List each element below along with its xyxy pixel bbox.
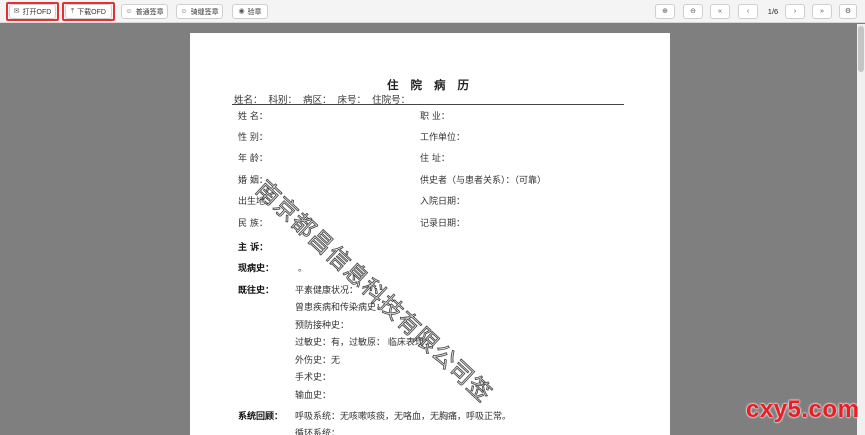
next-page-button[interactable]: ›: [785, 4, 805, 19]
vertical-scrollbar[interactable]: [857, 24, 865, 435]
field-age: 年 龄：: [238, 154, 268, 164]
open-ofd-label: 打开OFD: [22, 8, 52, 16]
field-marital: 婚 姻：: [238, 176, 268, 186]
user-icon: ☺: [180, 8, 188, 15]
document-page: 住 院 病 历 姓名： 科别： 病区： 床号： 住院号： 姓 名： 性 别： 年…: [190, 33, 670, 435]
settings-button[interactable]: ⚙: [839, 4, 857, 19]
system-review-item: 呼吸系统：无咳嗽咳痰，无咯血，无胸痛，呼吸正常。: [295, 412, 512, 422]
past-history-item: 预防接种史：: [295, 321, 350, 331]
system-review-label: 系统回顾：: [238, 412, 284, 422]
scrollbar-thumb[interactable]: [858, 26, 864, 72]
field-occupation: 职 业：: [420, 112, 450, 122]
prev-page-icon: ‹: [746, 8, 750, 15]
mail-icon: ✉: [13, 8, 20, 15]
past-history-item: 过敏史：有，过敏原： 临床表现：: [295, 338, 433, 348]
gear-icon: ⚙: [844, 8, 852, 15]
last-page-button[interactable]: »: [812, 4, 832, 19]
verify-sign-label: 验章: [247, 8, 262, 16]
field-ethnicity: 民 族：: [238, 219, 268, 229]
header-rule: [232, 104, 624, 105]
present-illness-label: 现病史：: [238, 264, 275, 274]
seam-sign-label: 骑缝签章: [190, 8, 219, 16]
page-indicator: 1/6: [767, 7, 779, 16]
field-record-date: 记录日期：: [420, 219, 466, 229]
document-title: 住 院 病 历: [386, 78, 473, 92]
field-gender: 性 别：: [238, 133, 268, 143]
first-page-icon: «: [718, 8, 722, 15]
toolbar: ✉ 打开OFD ⤒ 下载OFD ☺ 普通签章 ☺ 骑缝签章 ◉ 验章 ⊕ ⊖ «…: [0, 0, 865, 23]
field-informant: 供史者（与患者关系）：（可靠）: [420, 176, 547, 186]
eye-icon: ◉: [238, 8, 245, 15]
next-page-icon: ›: [793, 8, 797, 15]
prev-page-button[interactable]: ‹: [738, 4, 758, 19]
verify-sign-button[interactable]: ◉ 验章: [232, 4, 268, 19]
zoom-in-button[interactable]: ⊕: [655, 4, 675, 19]
system-review-item: 循环系统：: [295, 429, 341, 435]
field-admission-date: 入院日期：: [420, 197, 466, 207]
past-history-item: 手术史：: [295, 373, 332, 383]
normal-sign-button[interactable]: ☺ 普通签章: [121, 4, 168, 19]
download-ofd-label: 下载OFD: [77, 8, 106, 16]
past-history-item: 曾患疾病和传染病史：: [295, 303, 386, 313]
zoom-in-icon: ⊕: [662, 8, 668, 15]
seam-sign-button[interactable]: ☺ 骑缝签章: [176, 4, 223, 19]
field-birthplace: 出生地：: [238, 197, 275, 207]
field-workplace: 工作单位：: [420, 133, 466, 143]
upload-icon: ⤒: [71, 8, 75, 15]
user-icon: ☺: [125, 8, 133, 15]
open-ofd-button[interactable]: ✉ 打开OFD: [9, 4, 56, 19]
last-page-icon: »: [820, 8, 824, 15]
past-history-label: 既往史：: [238, 286, 275, 296]
first-page-button[interactable]: «: [710, 4, 730, 19]
past-history-item: 平素健康状况：: [295, 286, 359, 296]
zoom-out-button[interactable]: ⊖: [683, 4, 703, 19]
site-logo: cxy5.com: [746, 396, 860, 423]
present-illness-value: 。: [298, 264, 308, 274]
past-history-item: 外伤史：无: [295, 356, 341, 366]
download-ofd-button[interactable]: ⤒ 下载OFD: [65, 4, 112, 19]
field-address: 住 址：: [420, 154, 450, 164]
zoom-out-icon: ⊖: [690, 8, 696, 15]
chief-complaint-label: 主 诉：: [238, 243, 269, 253]
field-name: 姓 名：: [238, 112, 268, 122]
past-history-item: 输血史：: [295, 391, 332, 401]
normal-sign-label: 普通签章: [135, 8, 164, 16]
